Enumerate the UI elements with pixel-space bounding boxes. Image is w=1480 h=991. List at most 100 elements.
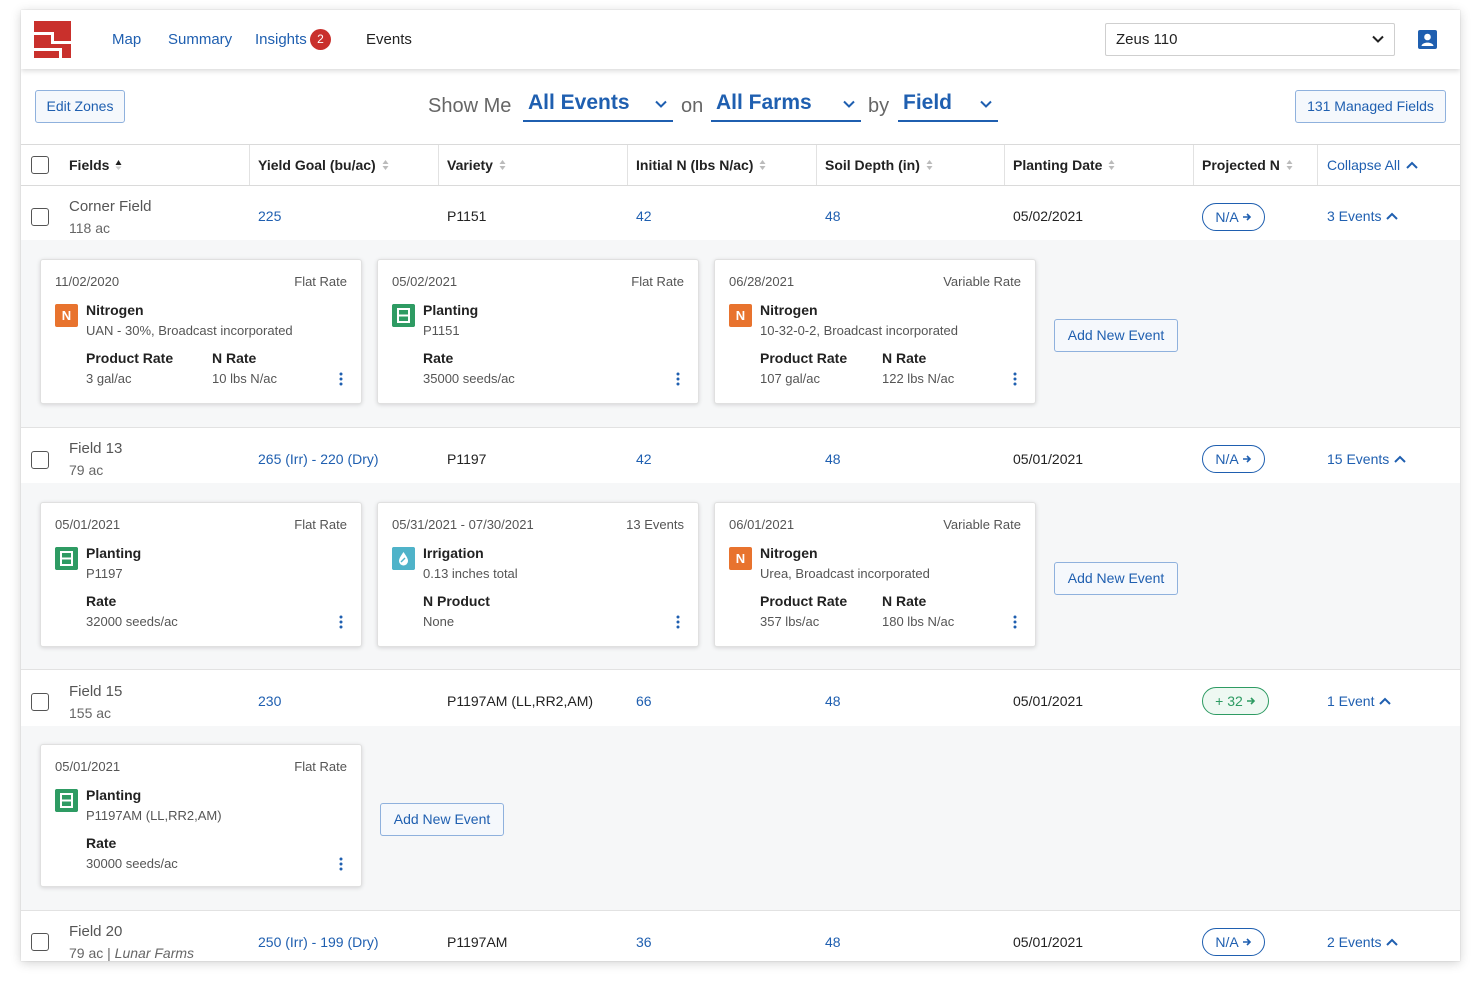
kebab-icon[interactable] [1013, 372, 1017, 386]
event-label: Rate [86, 593, 117, 609]
nav-map[interactable]: Map [112, 31, 141, 48]
event-card[interactable]: 06/28/2021 Variable Rate N Nitrogen 10-3… [714, 259, 1036, 404]
edit-zones-button[interactable]: Edit Zones [35, 90, 125, 123]
planting-icon [55, 789, 78, 812]
event-card[interactable]: 06/01/2021 Variable Rate N Nitrogen Urea… [714, 502, 1036, 647]
farms-filter-select[interactable]: All Farms [711, 91, 861, 122]
projected-n-button[interactable]: N/A [1202, 203, 1265, 231]
event-title: Planting [423, 302, 479, 318]
header-soil-depth[interactable]: Soil Depth (in) [825, 157, 933, 173]
row-checkbox[interactable] [31, 451, 49, 469]
event-title: Irrigation [423, 545, 484, 561]
header-projected-n[interactable]: Projected N [1202, 157, 1293, 173]
arrow-right-icon [1246, 697, 1255, 705]
planting-date-cell: 05/01/2021 [1013, 934, 1084, 950]
header-fields-label: Fields [69, 157, 110, 173]
select-all-checkbox[interactable] [31, 156, 49, 174]
event-title: Planting [86, 787, 142, 803]
events-count: 3 Events [1327, 208, 1382, 224]
events-filter-select[interactable]: All Events [523, 91, 673, 122]
group-filter-select[interactable]: Field [898, 91, 998, 122]
projected-n-button[interactable]: + 32 [1202, 687, 1269, 715]
projected-n-button[interactable]: N/A [1202, 928, 1265, 956]
field-name[interactable]: Corner Field [69, 198, 152, 215]
header-variety[interactable]: Variety [447, 157, 506, 173]
event-label: Product Rate [760, 350, 848, 366]
event-label: Product Rate [86, 350, 174, 366]
initial-n-cell[interactable]: 36 [636, 934, 652, 950]
nav-summary[interactable]: Summary [168, 31, 232, 48]
event-card[interactable]: 05/02/2021 Flat Rate Planting P1151 Rate… [377, 259, 699, 404]
event-value: 32000 seeds/ac [86, 614, 178, 629]
field-name[interactable]: Field 13 [69, 440, 122, 457]
nav-insights[interactable]: Insights [255, 31, 307, 48]
collapse-all-label: Collapse All [1327, 157, 1401, 173]
row-checkbox[interactable] [31, 693, 49, 711]
event-card[interactable]: 05/31/2021 - 07/30/2021 13 Events Irriga… [377, 502, 699, 647]
row-checkbox[interactable] [31, 933, 49, 951]
event-title: Nitrogen [760, 545, 818, 561]
projected-n-value: + 32 [1215, 693, 1243, 709]
soil-depth-cell[interactable]: 48 [825, 693, 841, 709]
event-subtitle: P1151 [423, 323, 460, 338]
add-new-event-button[interactable]: Add New Event [1054, 562, 1178, 595]
header-projected-n-label: Projected N [1202, 157, 1280, 173]
field-name[interactable]: Field 20 [69, 923, 122, 940]
header-planting-date[interactable]: Planting Date [1013, 157, 1115, 173]
column-divider [1004, 145, 1005, 185]
soil-depth-cell[interactable]: 48 [825, 934, 841, 950]
yield-goal-cell[interactable]: 250 (Irr) - 199 (Dry) [258, 934, 379, 950]
event-rate-type: Variable Rate [943, 517, 1021, 532]
kebab-icon[interactable] [339, 857, 343, 871]
row-checkbox[interactable] [31, 208, 49, 226]
logo-icon[interactable] [34, 21, 71, 58]
column-divider [1317, 145, 1318, 185]
kebab-icon[interactable] [339, 372, 343, 386]
field-area: 155 ac [69, 705, 112, 721]
events-toggle[interactable]: 1 Event [1327, 693, 1392, 709]
kebab-icon[interactable] [676, 615, 680, 629]
initial-n-cell[interactable]: 42 [636, 451, 652, 467]
yield-goal-cell[interactable]: 265 (Irr) - 220 (Dry) [258, 451, 379, 467]
user-icon[interactable] [1418, 30, 1437, 49]
header-yield-goal[interactable]: Yield Goal (bu/ac) [258, 157, 389, 173]
yield-goal-cell[interactable]: 225 [258, 208, 281, 224]
events-toggle[interactable]: 2 Events [1327, 934, 1399, 950]
planting-icon [55, 547, 78, 570]
events-toggle[interactable]: 3 Events [1327, 208, 1399, 224]
managed-fields-button[interactable]: 131 Managed Fields [1295, 90, 1446, 123]
chevron-up-icon [1379, 697, 1392, 705]
event-value: 122 lbs N/ac [882, 371, 955, 386]
event-card[interactable]: 05/01/2021 Flat Rate Planting P1197 Rate… [40, 502, 362, 647]
initial-n-cell[interactable]: 42 [636, 208, 652, 224]
header-initial-n[interactable]: Initial N (lbs N/ac) [636, 157, 766, 173]
on-label: on [681, 95, 704, 117]
event-card[interactable]: 11/02/2020 Flat Rate N Nitrogen UAN - 30… [40, 259, 362, 404]
planting-icon [392, 304, 415, 327]
soil-depth-cell[interactable]: 48 [825, 208, 841, 224]
yield-goal-cell[interactable]: 230 [258, 693, 281, 709]
add-new-event-button[interactable]: Add New Event [380, 803, 504, 836]
header-yield-goal-label: Yield Goal (bu/ac) [258, 157, 376, 173]
add-new-event-button[interactable]: Add New Event [1054, 319, 1178, 352]
insights-badge: 2 [310, 29, 331, 50]
chevron-up-icon [1386, 212, 1399, 220]
device-select[interactable]: Zeus 110 [1105, 23, 1395, 56]
sort-icon [382, 160, 389, 170]
chevron-up-icon [1394, 455, 1406, 463]
soil-depth-cell[interactable]: 48 [825, 451, 841, 467]
event-card[interactable]: 05/01/2021 Flat Rate Planting P1197AM (L… [40, 744, 362, 887]
nav-events[interactable]: Events [366, 31, 412, 48]
planting-date-cell: 05/01/2021 [1013, 693, 1084, 709]
sort-asc-icon [115, 160, 122, 170]
initial-n-cell[interactable]: 66 [636, 693, 652, 709]
kebab-icon[interactable] [339, 615, 343, 629]
event-count: 13 Events [626, 517, 684, 532]
projected-n-button[interactable]: N/A [1202, 445, 1265, 473]
kebab-icon[interactable] [676, 372, 680, 386]
events-toggle[interactable]: 15 Events [1327, 451, 1406, 467]
collapse-all-button[interactable]: Collapse All [1327, 157, 1418, 173]
field-name[interactable]: Field 15 [69, 683, 122, 700]
header-fields[interactable]: Fields [69, 157, 122, 173]
kebab-icon[interactable] [1013, 615, 1017, 629]
